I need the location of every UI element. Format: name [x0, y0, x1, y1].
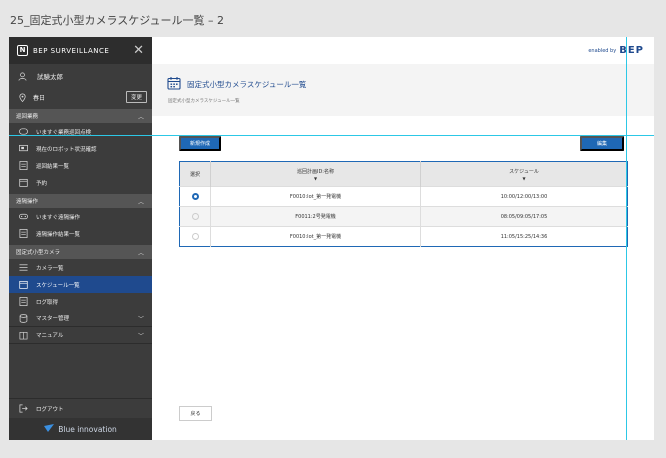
table-row[interactable]: F0011:2号発電機 08:05/09:05/17:05	[179, 206, 628, 227]
new-button[interactable]: 新規作成	[179, 136, 221, 151]
section-fixed-camera[interactable]: 固定式小型カメラ ︿	[9, 245, 152, 259]
cell-schedule: 10:00/12:00/13:00	[420, 186, 628, 207]
schedule-table: 選択 巡回計画ID:名称 ▼ スケジュール ▼ F0010:lot_第一発電機 10…	[179, 161, 628, 247]
column-header-select: 選択	[179, 161, 211, 187]
nav-item-label: 遠隔操作結果一覧	[36, 231, 81, 238]
footer-brand-text: Blue innovation	[58, 424, 117, 434]
chevron-up-icon: ︿	[137, 113, 144, 121]
row-radio[interactable]	[191, 233, 199, 240]
chevron-up-icon: ︿	[137, 249, 144, 257]
nav-item-label: いますぐ遠隔操作	[36, 214, 81, 221]
section-remote[interactable]: 遠隔操作 ︿	[9, 194, 152, 208]
sidebar-header: N BEP SURVEILLANCE ✕	[9, 37, 152, 64]
topbar: enabled by BEP	[152, 37, 654, 64]
guide-line-vertical	[626, 37, 627, 440]
nav-item-robot-status[interactable]: 現在のロボット状況確認	[9, 140, 152, 157]
page-caption: 25_固定式小型カメラスケジュール一覧 – 2	[10, 14, 224, 27]
guide-line-horizontal	[9, 135, 654, 136]
bird-logo-icon	[44, 424, 55, 434]
cell-schedule: 08:05/09:05/17:05	[420, 206, 628, 227]
user-name: 試験太郎	[37, 73, 63, 81]
nav-item-manual[interactable]: マニュアル ﹀	[9, 327, 152, 344]
book-icon	[19, 331, 28, 340]
bep-logo: BEP	[619, 45, 644, 56]
gamepad-icon	[19, 212, 28, 221]
section-label: 遠隔操作	[16, 199, 39, 205]
location-pin-icon	[18, 93, 27, 102]
nav-item-patrol-now[interactable]: いますぐ業務巡回点検	[9, 123, 152, 140]
logout-label: ログアウト	[36, 406, 64, 413]
sort-down-icon: ▼	[313, 175, 318, 181]
change-location-button[interactable]: 変更	[125, 91, 147, 103]
monitor-icon	[19, 144, 28, 153]
cell-schedule: 11:05/15:25/14:36	[420, 226, 628, 247]
nav-item-label: 予約	[36, 180, 48, 187]
section-label: 固定式小型カメラ	[16, 250, 61, 256]
page-title: 固定式小型カメラスケジュール一覧	[187, 80, 307, 89]
cell-plan-name: F0011:2号発電機	[210, 206, 421, 227]
cell-plan-name: F0010:lot_第一発電機	[210, 226, 421, 247]
table-row[interactable]: F0010:lot_第一発電機 10:00/12:00/13:00	[179, 186, 628, 207]
list-icon	[19, 229, 28, 238]
logout-icon	[19, 404, 28, 413]
nav-item-label: ログ取得	[36, 299, 59, 306]
user-row: 試験太郎	[9, 64, 152, 88]
chevron-down-icon: ﹀	[137, 332, 144, 340]
column-header-plan[interactable]: 巡回計画ID:名称 ▼	[210, 161, 421, 187]
sidebar: N BEP SURVEILLANCE ✕ 試験太郎 春日 変更 巡回業務 ︿ い…	[9, 37, 152, 440]
nav-item-remote-now[interactable]: いますぐ遠隔操作	[9, 208, 152, 225]
menu-icon	[19, 263, 28, 272]
nav-item-remote-results[interactable]: 遠隔操作結果一覧	[9, 225, 152, 242]
close-icon[interactable]: ✕	[133, 44, 144, 57]
title-band: 固定式小型カメラスケジュール一覧 固定式小型カメラスケジュール一覧	[152, 64, 654, 116]
column-header-label: 巡回計画ID:名称	[296, 168, 334, 175]
nav-item-camera-list[interactable]: カメラ一覧	[9, 259, 152, 276]
main-content: enabled by BEP 固定式小型カメラスケジュール一覧 固定式小型カメラ…	[152, 37, 654, 440]
nav-item-label: カメラ一覧	[36, 265, 64, 272]
column-header-schedule[interactable]: スケジュール ▼	[420, 161, 628, 187]
location-name: 春日	[33, 94, 46, 102]
row-radio[interactable]	[191, 213, 199, 220]
nav-item-master[interactable]: マスター管理 ﹀	[9, 310, 152, 327]
chevron-down-icon: ﹀	[137, 315, 144, 323]
list-icon	[19, 297, 28, 306]
nav-item-reservation[interactable]: 予約	[9, 174, 152, 191]
edit-button[interactable]: 編集	[580, 136, 624, 151]
list-icon	[19, 161, 28, 170]
footer-brand: Blue innovation	[9, 418, 152, 440]
nav-item-label: スケジュール一覧	[36, 282, 80, 289]
nav-item-schedule-list[interactable]: スケジュール一覧	[9, 276, 152, 293]
nav-item-label: 現在のロボット状況確認	[36, 146, 97, 153]
nav-item-label: マスター管理	[36, 316, 70, 322]
section-label: 巡回業務	[16, 114, 39, 120]
brand: N BEP SURVEILLANCE	[17, 45, 109, 56]
row-radio[interactable]	[191, 193, 199, 200]
column-header-label: スケジュール	[509, 168, 539, 175]
nav-item-log[interactable]: ログ取得	[9, 293, 152, 310]
calendar-icon	[167, 75, 181, 94]
sort-down-icon: ▼	[522, 175, 526, 181]
nav-item-label: 巡回結果一覧	[36, 163, 70, 170]
enabled-by-text: enabled by	[588, 47, 617, 54]
calendar-icon	[19, 280, 28, 289]
table-row[interactable]: F0010:lot_第一発電機 11:05/15:25/14:36	[179, 226, 628, 247]
user-icon	[18, 72, 27, 81]
location-row: 春日 変更	[9, 88, 152, 106]
chevron-up-icon: ︿	[137, 198, 144, 206]
breadcrumb: 固定式小型カメラスケジュール一覧	[168, 99, 240, 104]
nav-item-patrol-results[interactable]: 巡回結果一覧	[9, 157, 152, 174]
calendar-icon	[19, 178, 28, 187]
app-window: N BEP SURVEILLANCE ✕ 試験太郎 春日 変更 巡回業務 ︿ い…	[9, 37, 654, 440]
brand-logo-icon: N	[17, 45, 28, 56]
back-button[interactable]: 戻る	[179, 406, 212, 421]
section-patrol[interactable]: 巡回業務 ︿	[9, 109, 152, 123]
brand-name: BEP SURVEILLANCE	[33, 46, 110, 55]
nav-item-label: マニュアル	[36, 333, 64, 339]
logout-button[interactable]: ログアウト	[9, 398, 152, 418]
cell-plan-name: F0010:lot_第一発電機	[210, 186, 421, 207]
database-icon	[19, 313, 28, 323]
